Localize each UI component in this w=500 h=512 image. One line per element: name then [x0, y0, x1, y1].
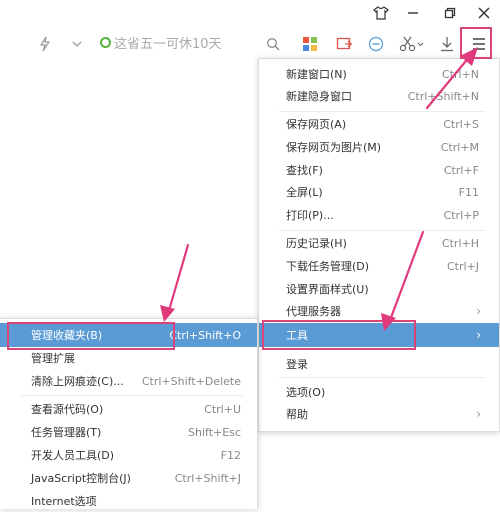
search-icon[interactable]	[262, 30, 284, 58]
scissors-icon[interactable]	[397, 30, 427, 58]
menu-item-label: 清除上网痕迹(C)...	[31, 375, 124, 388]
menu-item-tools[interactable]: 工具 ›	[259, 323, 499, 347]
download-icon[interactable]	[436, 30, 458, 58]
menu-item-label: 查看源代码(O)	[31, 403, 104, 416]
menu-item-shortcut: Ctrl+H	[441, 236, 479, 250]
menu-item-shortcut: F11	[458, 185, 479, 199]
menu-item-label: 保存网页为图片(M)	[286, 141, 382, 154]
menu-item-label: 保存网页(A)	[286, 118, 347, 131]
menu-item-new-incognito-window[interactable]: 新建隐身窗口 Ctrl+Shift+N	[259, 85, 499, 107]
menu-item-label: 登录	[286, 358, 308, 371]
restore-icon[interactable]	[435, 0, 465, 26]
menu-item-save-page-as-image[interactable]: 保存网页为图片(M) Ctrl+M	[259, 136, 499, 158]
menu-item-label: 工具	[286, 329, 308, 342]
main-menu: 新建窗口(N) Ctrl+N 新建隐身窗口 Ctrl+Shift+N 保存网页(…	[258, 58, 500, 432]
menu-item-label: 选项(O)	[286, 386, 326, 399]
minus-circle-icon[interactable]	[364, 30, 388, 58]
submenu-item-view-source[interactable]: 查看源代码(O) Ctrl+U	[0, 398, 257, 420]
apps-icon[interactable]	[298, 30, 322, 58]
menu-item-label: 代理服务器	[286, 305, 341, 318]
menu-item-proxy-server[interactable]: 代理服务器 ›	[259, 300, 499, 322]
arrow-to-manage-bookmarks	[166, 243, 190, 316]
menu-item-new-window[interactable]: 新建窗口(N) Ctrl+N	[259, 63, 499, 85]
menu-item-fullscreen[interactable]: 全屏(L) F11	[259, 181, 499, 203]
menu-item-label: 打印(P)...	[286, 209, 334, 222]
menu-item-find[interactable]: 查找(F) Ctrl+F	[259, 159, 499, 181]
menu-item-shortcut: Ctrl+J	[446, 259, 479, 273]
submenu-item-manage-extensions[interactable]: 管理扩展	[0, 347, 257, 369]
menu-separator	[279, 377, 485, 378]
menu-item-label: 设置界面样式(U)	[286, 283, 369, 296]
submenu-item-clear-browsing-data[interactable]: 清除上网痕迹(C)... Ctrl+Shift+Delete	[0, 370, 257, 392]
menu-item-history[interactable]: 历史记录(H) Ctrl+H	[259, 232, 499, 254]
menu-item-label: 历史记录(H)	[286, 237, 347, 250]
submenu-item-javascript-console[interactable]: JavaScript控制台(J) Ctrl+Shift+J	[0, 467, 257, 489]
chevron-right-icon: ›	[476, 407, 481, 421]
menu-item-interface-style[interactable]: 设置界面样式(U)	[259, 278, 499, 300]
menu-item-label: 新建隐身窗口	[286, 90, 352, 103]
menu-item-shortcut: Ctrl+Shift+O	[169, 328, 241, 342]
submenu-item-internet-options[interactable]: Internet选项	[0, 490, 257, 512]
chevron-down-icon[interactable]	[66, 30, 88, 58]
menu-item-label: 管理扩展	[31, 352, 75, 365]
menu-item-label: 管理收藏夹(B)	[31, 329, 103, 342]
title-bar	[0, 0, 500, 26]
menu-item-shortcut: Ctrl+U	[204, 402, 241, 416]
menu-item-label: 下载任务管理(D)	[286, 260, 370, 273]
close-icon[interactable]	[469, 0, 499, 26]
menu-item-shortcut: Ctrl+F	[443, 163, 479, 177]
search-hint-text: 这省五一可休10天	[114, 36, 222, 52]
menu-item-save-page[interactable]: 保存网页(A) Ctrl+S	[259, 113, 499, 135]
search-suggestion[interactable]: 这省五一可休10天	[100, 31, 222, 53]
chevron-right-icon: ›	[476, 328, 481, 342]
menu-item-shortcut: Ctrl+P	[443, 208, 479, 222]
shirt-icon[interactable]	[366, 0, 396, 26]
menu-item-options[interactable]: 选项(O)	[259, 381, 499, 403]
menu-separator	[20, 395, 243, 396]
menu-item-shortcut: Ctrl+Shift+Delete	[141, 374, 241, 388]
flash-icon[interactable]	[34, 30, 56, 58]
menu-item-label: 查找(F)	[286, 164, 323, 177]
menu-item-print[interactable]: 打印(P)... Ctrl+P	[259, 204, 499, 226]
menu-item-label: Internet选项	[31, 495, 97, 508]
menu-item-label: 全屏(L)	[286, 186, 323, 199]
minimize-icon[interactable]	[398, 0, 428, 26]
menu-icon[interactable]	[467, 30, 491, 58]
screenshot-icon[interactable]	[333, 30, 357, 58]
menu-item-shortcut: Ctrl+N	[441, 67, 479, 81]
menu-item-downloads[interactable]: 下载任务管理(D) Ctrl+J	[259, 255, 499, 277]
submenu-item-developer-tools[interactable]: 开发人员工具(D) F12	[0, 444, 257, 466]
menu-item-label: 新建窗口(N)	[286, 68, 347, 81]
chevron-right-icon: ›	[476, 304, 481, 318]
menu-item-shortcut: Ctrl+S	[443, 117, 479, 131]
menu-item-label: 任务管理器(T)	[31, 426, 102, 439]
menu-item-label: JavaScript控制台(J)	[31, 472, 131, 485]
tools-submenu: 管理收藏夹(B) Ctrl+Shift+O 管理扩展 清除上网痕迹(C)... …	[0, 318, 258, 509]
menu-item-shortcut: Ctrl+M	[440, 140, 479, 154]
suggestion-icon	[100, 36, 111, 48]
submenu-item-manage-bookmarks[interactable]: 管理收藏夹(B) Ctrl+Shift+O	[0, 323, 257, 347]
menu-item-label: 帮助	[286, 408, 308, 421]
menu-item-shortcut: Ctrl+Shift+N	[407, 89, 479, 103]
toolbar	[0, 26, 500, 62]
menu-item-login[interactable]: 登录	[259, 353, 499, 375]
menu-separator	[279, 111, 485, 112]
menu-item-shortcut: Ctrl+Shift+J	[174, 471, 241, 485]
menu-item-shortcut: F12	[220, 448, 241, 462]
menu-item-shortcut: Shift+Esc	[188, 425, 241, 439]
menu-item-help[interactable]: 帮助 ›	[259, 403, 499, 425]
menu-separator	[279, 230, 485, 231]
submenu-item-task-manager[interactable]: 任务管理器(T) Shift+Esc	[0, 421, 257, 443]
menu-item-label: 开发人员工具(D)	[31, 449, 115, 462]
